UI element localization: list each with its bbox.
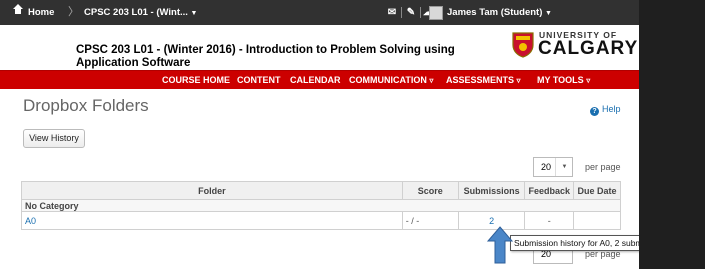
category-label: No Category <box>21 199 621 212</box>
nav-content[interactable]: CONTENT <box>237 71 281 89</box>
divider <box>401 7 402 18</box>
caret-down-icon: ▼ <box>545 10 552 17</box>
category-row: No Category <box>21 199 621 212</box>
select-arrow-icon: ▼ <box>555 158 573 176</box>
nav-communication[interactable]: COMMUNICATION ▿ <box>349 71 433 89</box>
chevron-down-icon: ▿ <box>586 76 591 85</box>
university-crest-icon <box>512 32 534 58</box>
nav-course-home[interactable]: COURSE HOME <box>162 71 230 89</box>
home-icon[interactable] <box>13 4 23 17</box>
chevron-right-icon: 〉 <box>68 6 79 18</box>
nav-assessments[interactable]: ASSESSMENTS ▿ <box>446 71 521 89</box>
table-row: A0 - / - 2 - <box>21 211 621 230</box>
view-history-button[interactable]: View History <box>23 129 85 148</box>
per-page-select[interactable]: 20 ▼ <box>533 157 573 177</box>
column-header-due-date: Due Date <box>573 181 621 200</box>
column-header-submissions: Submissions <box>457 181 526 200</box>
feedback-cell: - <box>524 211 575 230</box>
column-header-score: Score <box>401 181 459 200</box>
notification-icon[interactable]: ✎ <box>405 7 417 18</box>
page-title: Dropbox Folders <box>23 96 149 115</box>
table-header-row: Folder Score Submissions Feedback Due Da… <box>21 181 621 200</box>
folder-link[interactable]: A0 <box>25 216 36 226</box>
university-name-line2: CALGARY <box>538 38 639 59</box>
folder-cell: A0 <box>21 211 403 230</box>
help-link[interactable]: ? Help <box>590 104 621 116</box>
nav-my-tools-label: MY TOOLS <box>537 75 584 85</box>
chevron-down-icon: ▿ <box>516 76 521 85</box>
avatar[interactable] <box>429 6 443 20</box>
background-strip <box>639 0 705 269</box>
course-title: CPSC 203 L01 - (Winter 2016) - Introduct… <box>76 44 455 69</box>
home-link[interactable]: Home <box>28 0 54 25</box>
nav-communication-label: COMMUNICATION <box>349 75 427 85</box>
navbar: COURSE HOME CONTENT CALENDAR COMMUNICATI… <box>0 70 639 89</box>
course-selector-label: CPSC 203 L01 - (Wint... <box>84 7 188 18</box>
user-menu[interactable]: James Tam (Student) ▼ <box>447 0 552 25</box>
submissions-link[interactable]: 2 <box>489 216 494 226</box>
score-cell: - / - <box>401 211 459 230</box>
per-page-value: 20 <box>541 162 552 172</box>
nav-my-tools[interactable]: MY TOOLS ▿ <box>537 71 590 89</box>
dropbox-folders-table: Folder Score Submissions Feedback Due Da… <box>21 181 621 230</box>
per-page-label: per page <box>585 162 621 172</box>
course-selector[interactable]: CPSC 203 L01 - (Wint... ▼ <box>84 0 197 25</box>
user-name: James Tam (Student) <box>447 7 543 18</box>
help-icon: ? <box>590 107 599 116</box>
help-label: Help <box>602 104 621 114</box>
d2l-window: Home 〉 CPSC 203 L01 - (Wint... ▼ ✉ ✎ ☁ J… <box>0 0 639 269</box>
chevron-down-icon: ▿ <box>429 76 434 85</box>
annotation-arrow-icon <box>486 226 514 264</box>
column-header-feedback: Feedback <box>524 181 575 200</box>
nav-calendar[interactable]: CALENDAR <box>290 71 341 89</box>
caret-down-icon: ▼ <box>190 10 198 17</box>
mail-icon[interactable]: ✉ <box>386 7 398 18</box>
column-header-folder: Folder <box>21 181 403 200</box>
divider <box>420 7 421 18</box>
nav-assessments-label: ASSESSMENTS <box>446 75 515 85</box>
submission-tooltip: Submission history for A0, 2 submissions <box>510 235 639 251</box>
minibar: Home 〉 CPSC 203 L01 - (Wint... ▼ ✉ ✎ ☁ J… <box>0 0 639 25</box>
due-date-cell <box>573 211 621 230</box>
